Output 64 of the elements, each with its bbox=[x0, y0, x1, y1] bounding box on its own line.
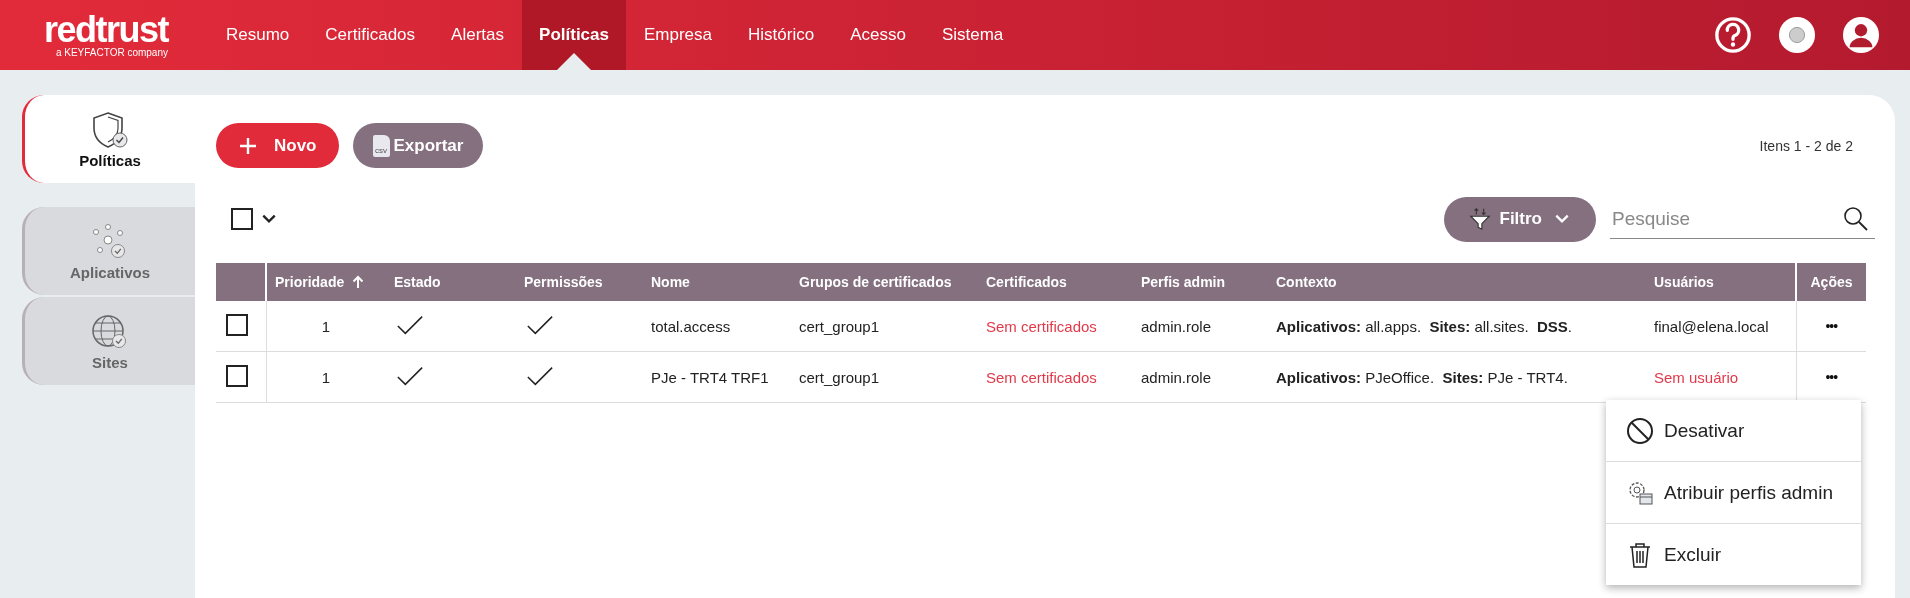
more-button[interactable]: ••• bbox=[1821, 316, 1842, 336]
sidebar-tab[interactable]: Aplicativos bbox=[22, 207, 195, 295]
sidebar-tab-label: Sites bbox=[92, 353, 128, 371]
table-cell: Aplicativos: all.apps. Sites: all.sites. DSS. bbox=[1276, 317, 1572, 335]
user-icon[interactable] bbox=[1842, 16, 1880, 54]
logo-text: redtrust bbox=[43, 12, 168, 47]
nav-tab[interactable]: Políticas bbox=[522, 0, 626, 70]
menu-item[interactable]: Atribuir perfis admin bbox=[1606, 462, 1861, 524]
new-button[interactable]: Novo bbox=[216, 123, 339, 168]
logo-tagline: a KEYFACTOR company bbox=[55, 46, 168, 58]
prohibited-icon bbox=[1626, 416, 1654, 445]
menu-item-label: Atribuir perfis admin bbox=[1664, 481, 1833, 504]
column-header[interactable]: Grupos de certificados bbox=[791, 263, 978, 301]
sidebar-tab-label: Aplicativos bbox=[70, 263, 150, 281]
menu-item[interactable]: Desativar bbox=[1606, 400, 1861, 462]
table-cell: 1 bbox=[321, 368, 330, 386]
column-header[interactable]: Perfis admin bbox=[1133, 263, 1268, 301]
table-cell: admin.role bbox=[1141, 317, 1212, 335]
column-header[interactable]: Nome bbox=[643, 263, 791, 301]
nav-tab[interactable]: Empresa bbox=[626, 0, 731, 70]
help-icon[interactable] bbox=[1714, 16, 1752, 54]
filter-button[interactable]: Filtro bbox=[1443, 196, 1596, 242]
csv-file-icon: csv bbox=[372, 134, 390, 157]
sidebar-tab-label: Políticas bbox=[79, 151, 141, 169]
status-icon[interactable] bbox=[1778, 16, 1816, 54]
column-header[interactable]: Usuários bbox=[1646, 263, 1796, 301]
nav-tab[interactable]: Acesso bbox=[832, 0, 924, 70]
nav-tab[interactable]: Resumo bbox=[208, 0, 308, 70]
table-cell: Sem certificados bbox=[986, 368, 1097, 386]
caret-icon[interactable] bbox=[261, 213, 277, 225]
menu-item-label: Excluir bbox=[1664, 543, 1721, 566]
table-cell: admin.role bbox=[1141, 368, 1212, 386]
more-button[interactable]: ••• bbox=[1821, 367, 1842, 387]
nav-tab[interactable]: Sistema bbox=[923, 0, 1022, 70]
plus-icon bbox=[238, 135, 258, 156]
menu-item[interactable]: Excluir bbox=[1606, 524, 1861, 585]
column-header[interactable]: Ações bbox=[1796, 263, 1866, 301]
table-cell: Sem certificados bbox=[986, 317, 1097, 335]
caret-icon bbox=[1554, 213, 1570, 225]
row-checkbox[interactable] bbox=[226, 364, 248, 387]
table-cell: 1 bbox=[321, 317, 330, 335]
table-cell: PJe - TRT4 TRF1 bbox=[651, 368, 769, 386]
menu-item-label: Desativar bbox=[1664, 419, 1745, 442]
funnel-icon bbox=[1467, 207, 1492, 231]
column-header[interactable]: Permissões bbox=[516, 263, 643, 301]
table-cell: total.access bbox=[651, 317, 731, 335]
select-all-checkbox[interactable] bbox=[231, 208, 253, 230]
table-cell: final@elena.local bbox=[1654, 317, 1769, 335]
column-header[interactable]: Estado bbox=[386, 263, 516, 301]
column-header[interactable]: Certificados bbox=[978, 263, 1133, 301]
table-cell: Sem usuário bbox=[1654, 368, 1739, 386]
nav-tab[interactable]: Histórico bbox=[730, 0, 833, 70]
row-checkbox[interactable] bbox=[226, 313, 248, 336]
table-cell: Aplicativos: PJeOffice. Sites: PJe - TRT4. bbox=[1276, 368, 1568, 386]
sidebar-tab[interactable]: Sites bbox=[22, 297, 195, 385]
export-button[interactable]: csv Exportar bbox=[352, 123, 484, 168]
column-header[interactable]: Contexto bbox=[1268, 263, 1646, 301]
nav-tab[interactable]: Certificados bbox=[307, 0, 434, 70]
sidebar-tab[interactable]: Políticas bbox=[22, 95, 195, 183]
table-cell: cert_group1 bbox=[799, 317, 880, 335]
column-header[interactable]: Prioridade bbox=[266, 263, 386, 301]
table-cell: cert_group1 bbox=[799, 368, 880, 386]
nav-tab[interactable]: Alertas bbox=[433, 0, 522, 70]
item-count: Itens 1 - 2 de 2 bbox=[1759, 137, 1854, 154]
